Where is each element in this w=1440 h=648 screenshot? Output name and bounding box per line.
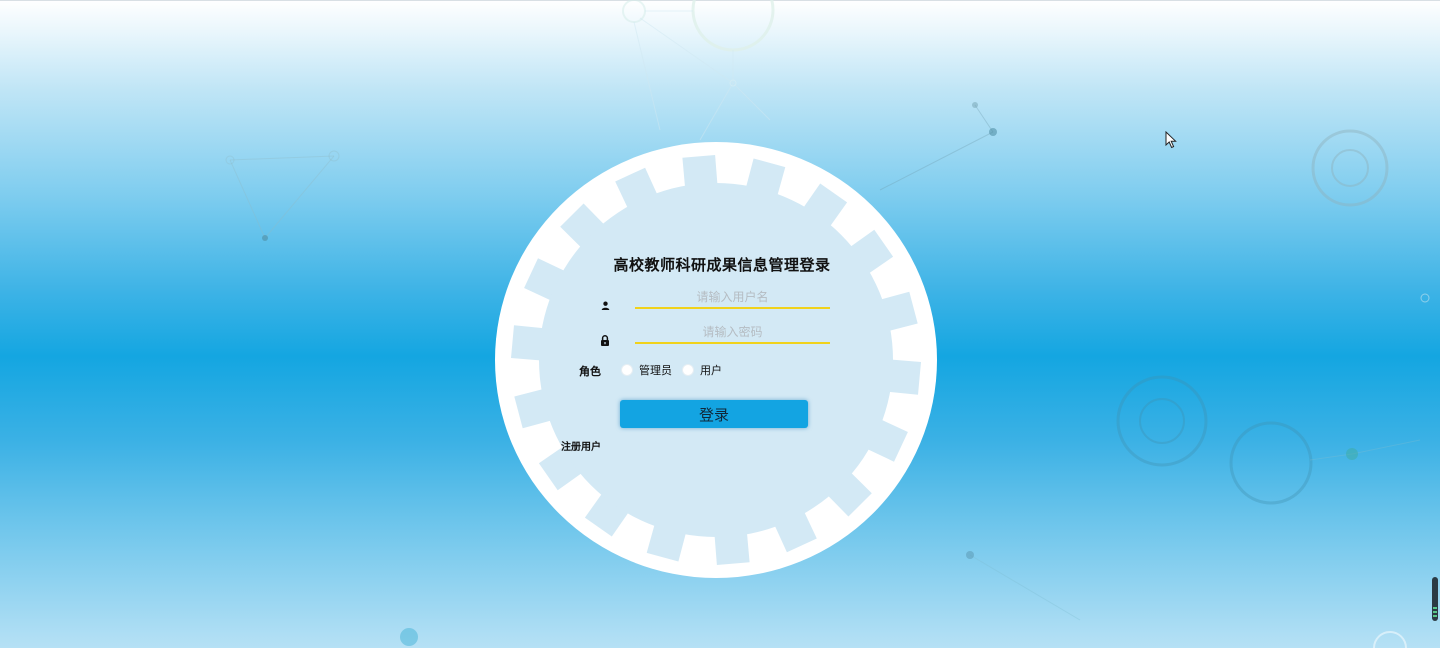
login-button[interactable]: 登录 <box>620 400 808 428</box>
username-input[interactable] <box>635 287 830 309</box>
password-input[interactable] <box>635 322 830 344</box>
role-option-admin-label: 管理员 <box>639 364 672 377</box>
role-label: 角色 <box>579 365 601 378</box>
top-border <box>0 0 1440 1</box>
gear-tooth <box>889 359 921 395</box>
gear-tooth <box>682 155 718 187</box>
login-panel: 高校教师科研成果信息管理登录 角色 管理员 用户 登录 注册用户 <box>495 142 937 578</box>
gear-tooth <box>511 325 543 361</box>
page-title: 高校教师科研成果信息管理登录 <box>613 256 831 274</box>
mouse-pointer-icon <box>1165 131 1177 149</box>
role-radio-user[interactable] <box>682 364 694 376</box>
role-option-user-label: 用户 <box>700 364 722 377</box>
gear-tooth <box>714 533 750 565</box>
floating-widget[interactable] <box>1432 577 1438 621</box>
role-radio-admin[interactable] <box>621 364 633 376</box>
lock-icon <box>599 334 611 346</box>
register-link[interactable]: 注册用户 <box>561 438 601 453</box>
gear-panel-background <box>495 142 937 578</box>
user-icon <box>599 299 611 311</box>
